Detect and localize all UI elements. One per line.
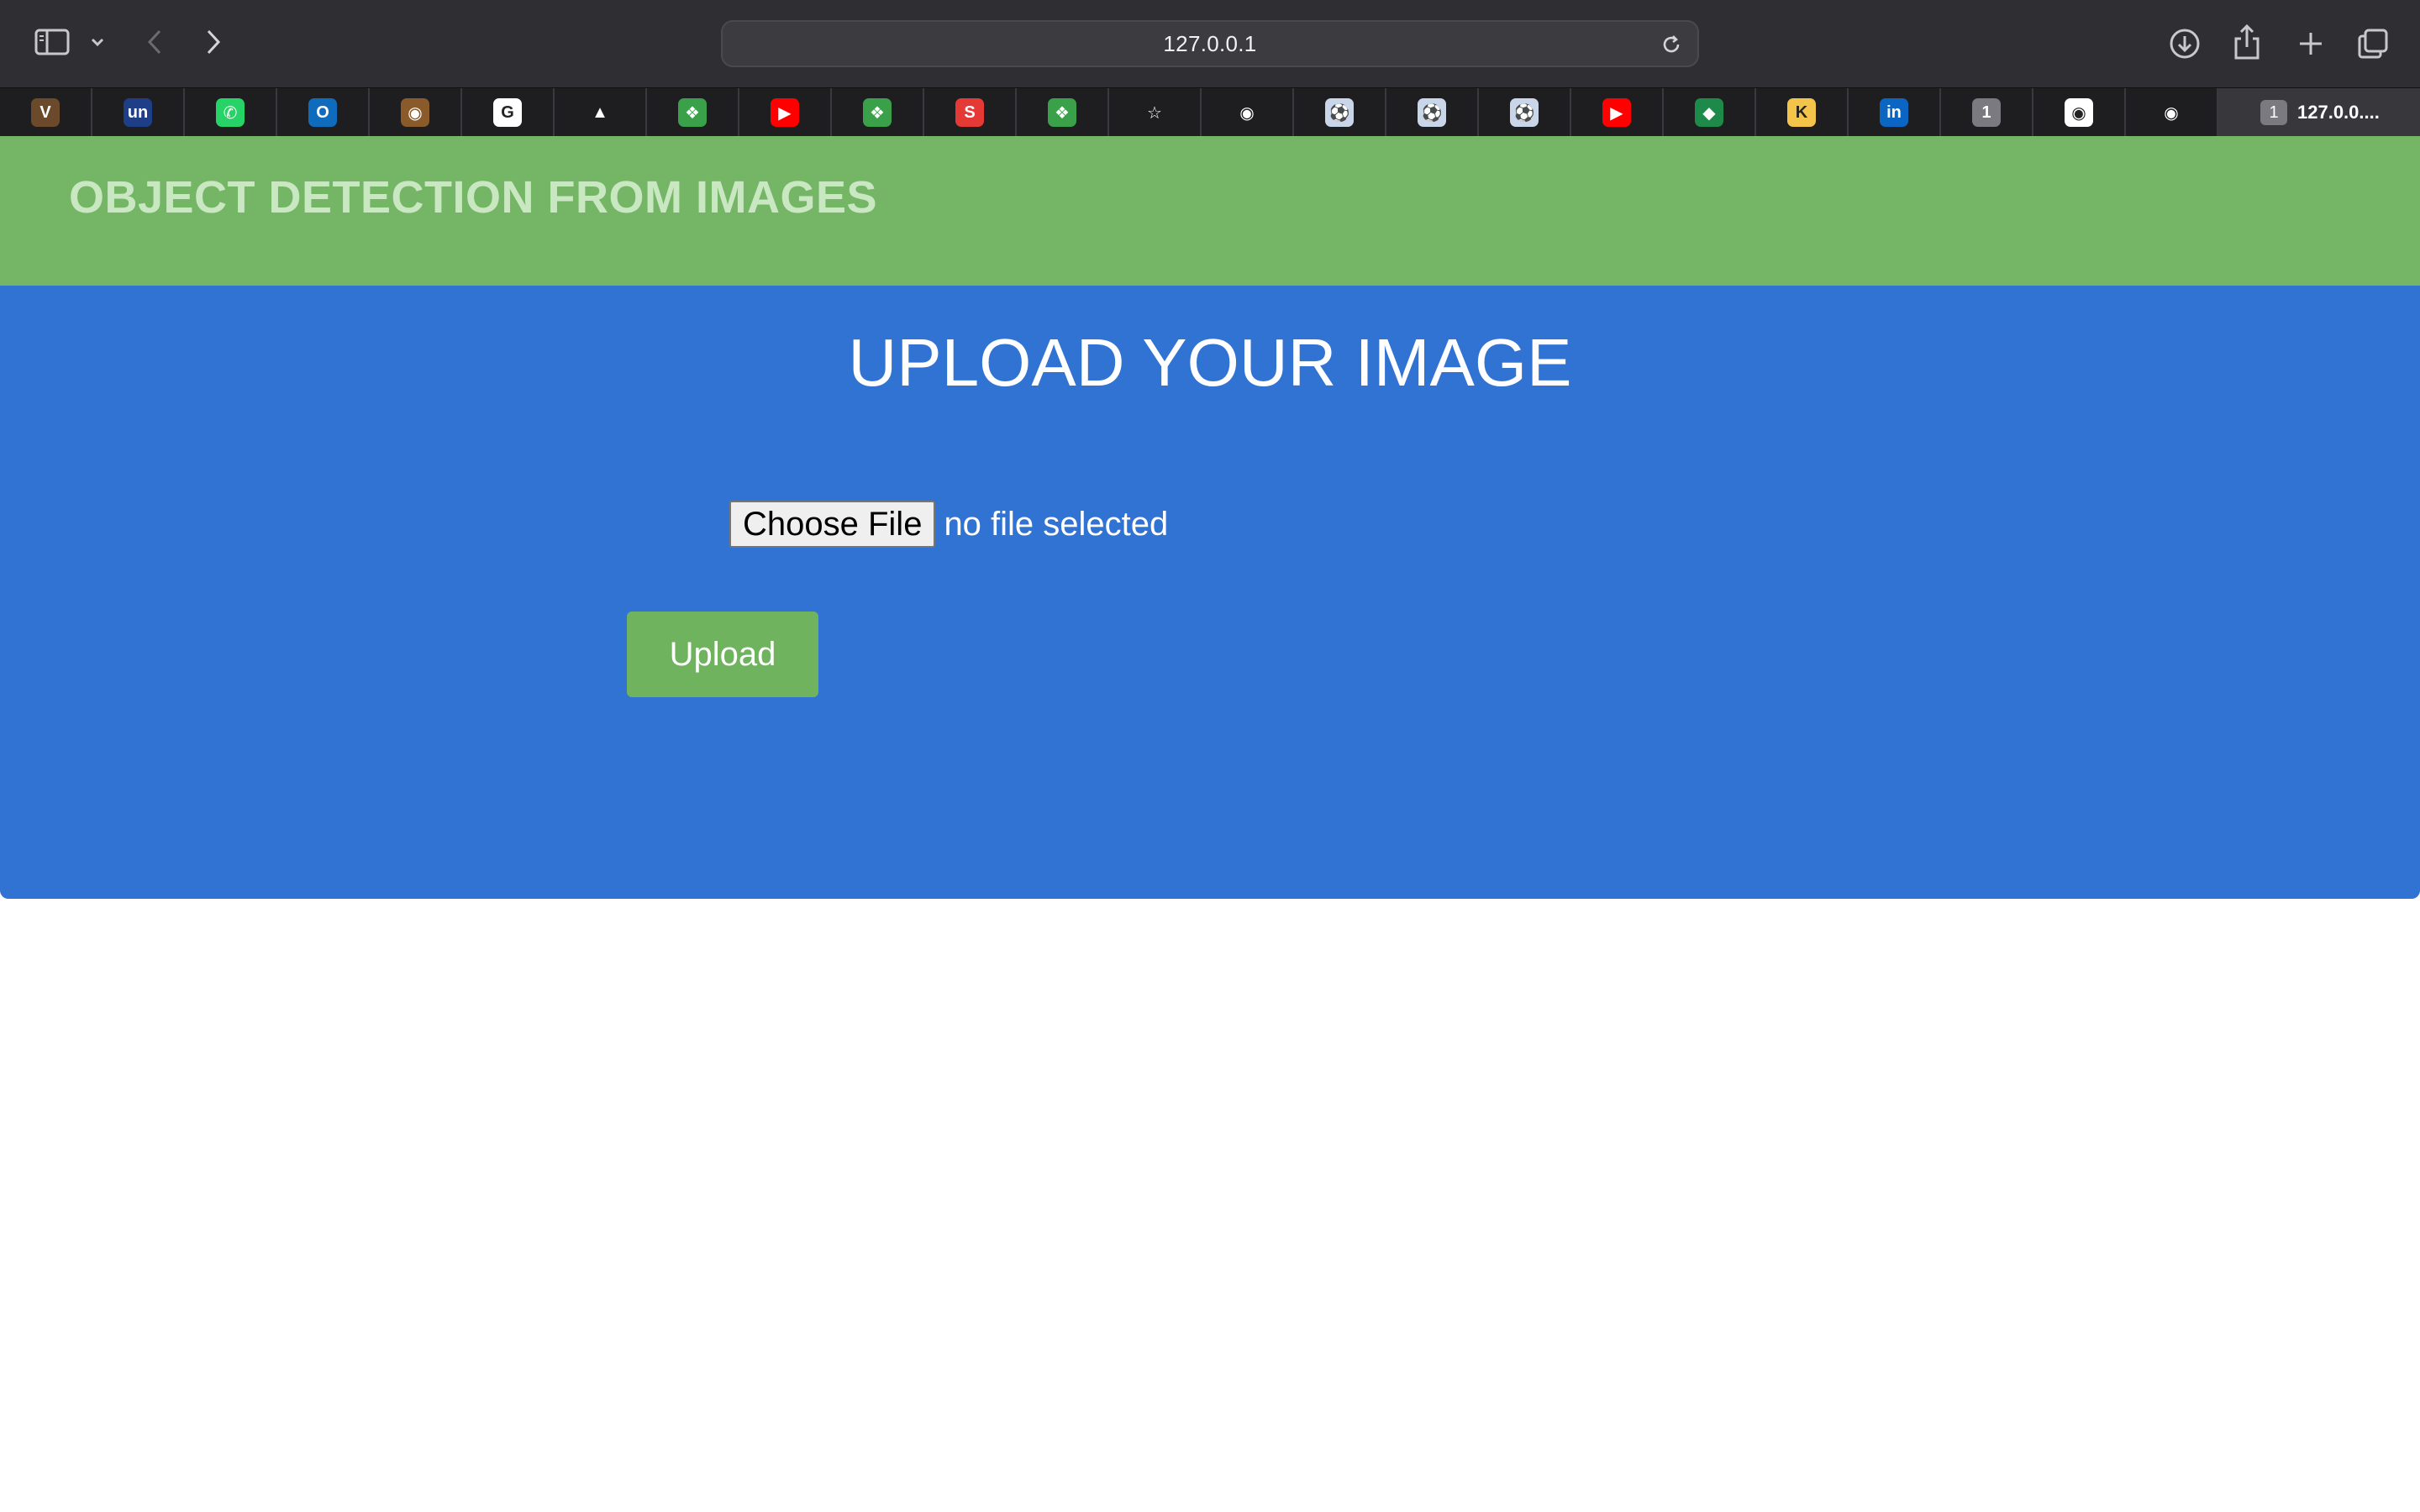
favorite-github-3[interactable]: ◉ [2126, 88, 2218, 137]
favorites-bar: Vun ✆ O ◉ G ▲ ❖ ▶ ❖ S ❖ ☆ ◉ ⚽ ⚽ ⚽ ▶ ◆ Kin 1 ◉ ◉ 1 127.0.0.... [0, 87, 2420, 137]
favorite-unstop[interactable]: un [92, 88, 185, 137]
vision-boost-icon: V [31, 98, 60, 127]
file-input[interactable]: Choose File no file selected [729, 501, 1168, 548]
favorite-green-app-1[interactable]: ❖ [647, 88, 739, 137]
github-1-icon: ◉ [1233, 98, 1261, 127]
unstop-icon: un [124, 98, 152, 127]
favorite-bookmark-star[interactable]: ☆ [1109, 88, 1202, 137]
favorite-green-app-3[interactable]: ❖ [1017, 88, 1109, 137]
outlook-icon: O [308, 98, 337, 127]
download-icon[interactable] [2166, 25, 2203, 62]
favorite-k-app[interactable]: K [1756, 88, 1849, 137]
google-icon: G [493, 98, 522, 127]
favorite-soccer-1[interactable]: ⚽ [1294, 88, 1386, 137]
google-drive-icon: ▲ [586, 98, 614, 127]
favorite-soccer-2[interactable]: ⚽ [1386, 88, 1479, 137]
bookmark-star-icon: ☆ [1140, 98, 1169, 127]
chevron-right-icon[interactable] [198, 24, 229, 60]
chevron-left-icon[interactable] [139, 24, 170, 60]
address-bar[interactable]: 127.0.0.1 [721, 20, 1699, 67]
favorite-google-drive[interactable]: ▲ [555, 88, 647, 137]
favorite-youtube-2[interactable]: ▶ [1571, 88, 1664, 137]
tab-number-badge: 1 [2260, 100, 2287, 125]
upload-button[interactable]: Upload [627, 612, 818, 697]
green-app-1-icon: ❖ [678, 98, 707, 127]
favorite-outlook[interactable]: O [277, 88, 370, 137]
site-title: OBJECT DETECTION FROM IMAGES [69, 172, 878, 223]
plus-icon[interactable] [2292, 25, 2329, 62]
upload-panel: UPLOAD YOUR IMAGE Choose File no file se… [0, 286, 2420, 899]
favorite-youtube-1[interactable]: ▶ [739, 88, 832, 137]
favorite-shield-app[interactable]: ◆ [1664, 88, 1756, 137]
reload-icon[interactable] [1657, 30, 1686, 59]
favorite-soccer-3[interactable]: ⚽ [1479, 88, 1571, 137]
page-title: UPLOAD YOUR IMAGE [848, 325, 1572, 400]
shield-app-icon: ◆ [1695, 98, 1723, 127]
favorite-github-2[interactable]: ◉ [2033, 88, 2126, 137]
youtube-2-icon: ▶ [1602, 98, 1631, 127]
numbered-tab-icon: 1 [1972, 98, 2001, 127]
favorite-numbered-tab[interactable]: 1 [1941, 88, 2033, 137]
chevron-down-icon[interactable] [87, 29, 108, 55]
active-tab[interactable]: 1 127.0.0.... [2218, 88, 2420, 137]
github-3-icon: ◉ [2157, 98, 2186, 127]
favorite-green-app-2[interactable]: ❖ [832, 88, 924, 137]
file-status-text: no file selected [944, 505, 1169, 543]
browser-toolbar: 127.0.0.1 [0, 0, 2420, 87]
youtube-1-icon: ▶ [771, 98, 799, 127]
site-header: OBJECT DETECTION FROM IMAGES [0, 136, 2420, 286]
favorite-google[interactable]: G [462, 88, 555, 137]
favorite-whatsapp[interactable]: ✆ [185, 88, 277, 137]
soccer-1-icon: ⚽ [1325, 98, 1354, 127]
tab-overview-icon[interactable] [2354, 25, 2391, 62]
sidebar-icon[interactable] [32, 25, 72, 59]
green-app-2-icon: ❖ [863, 98, 892, 127]
linkedin-icon: in [1880, 98, 1908, 127]
url-text: 127.0.0.1 [1163, 30, 1257, 56]
favorite-linkedin[interactable]: in [1849, 88, 1941, 137]
share-icon[interactable] [2228, 20, 2265, 64]
soccer-2-icon: ⚽ [1418, 98, 1446, 127]
monkey-icon: ◉ [401, 98, 429, 127]
favorite-monkey[interactable]: ◉ [370, 88, 462, 137]
favorite-github-1[interactable]: ◉ [1202, 88, 1294, 137]
favorite-red-app[interactable]: S [924, 88, 1017, 137]
soccer-3-icon: ⚽ [1510, 98, 1539, 127]
choose-file-button[interactable]: Choose File [729, 501, 936, 548]
github-2-icon: ◉ [2065, 98, 2093, 127]
tab-title: 127.0.0.... [2297, 102, 2380, 123]
whatsapp-icon: ✆ [216, 98, 245, 127]
favorite-vision-boost[interactable]: V [0, 88, 92, 137]
green-app-3-icon: ❖ [1048, 98, 1076, 127]
red-app-icon: S [955, 98, 984, 127]
k-app-icon: K [1787, 98, 1816, 127]
